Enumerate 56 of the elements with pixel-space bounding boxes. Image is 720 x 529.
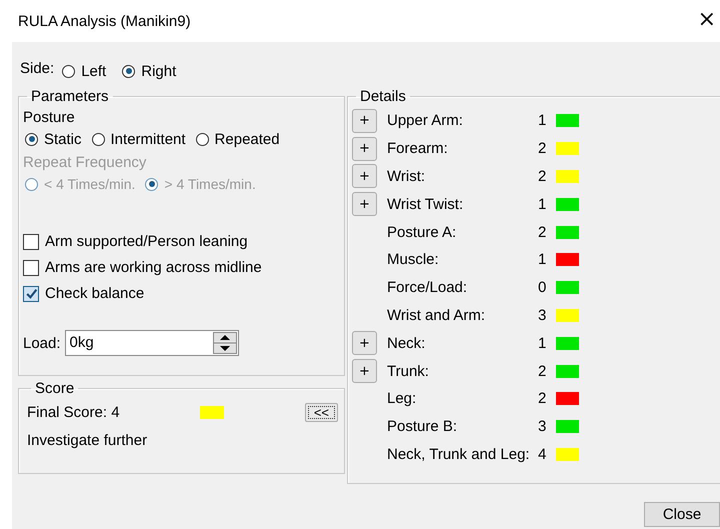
detail-label: Wrist and Arm: (387, 306, 486, 324)
detail-score: 4 (538, 446, 548, 463)
detail-label: Leg: (387, 390, 418, 408)
expand-button[interactable]: + (352, 108, 377, 133)
side-label: Side: (20, 60, 54, 76)
detail-score: 1 (538, 196, 548, 213)
final-score: Final Score: 4 (27, 404, 120, 421)
window-title: RULA Analysis (Manikin9) (18, 12, 191, 30)
detail-label: Trunk: (387, 362, 430, 380)
detail-score: 3 (538, 306, 548, 324)
detail-label: Force/Load: (387, 279, 468, 296)
group-label: Score (34, 380, 76, 397)
radio-button[interactable]: Right (122, 62, 176, 80)
detail-label: Forearm: (387, 140, 449, 158)
detail-label: Muscle: (387, 251, 440, 268)
checkbox[interactable]: Arm supported/Person leaning (23, 233, 340, 250)
detail-score: 2 (538, 224, 548, 241)
expand-button[interactable]: + (352, 136, 377, 161)
detail-label: Neck: (387, 334, 426, 352)
group-label: Parameters (30, 88, 110, 105)
expand-button[interactable]: + (352, 331, 377, 356)
close-dialog-button[interactable]: Close (644, 502, 720, 527)
posture-label: Posture (23, 109, 76, 126)
checkmark-icon (24, 287, 38, 300)
detail-score: 2 (538, 168, 548, 185)
load-label: Load: (23, 334, 61, 352)
repeat-frequency-label: Repeat Frequency (23, 154, 148, 171)
detail-label: Wrist: (387, 168, 426, 185)
detail-score: 1 (538, 334, 548, 352)
radio-button[interactable]: Left (62, 62, 106, 80)
detail-score: 1 (538, 251, 548, 268)
detail-score: 0 (538, 279, 548, 296)
radio-button[interactable]: Repeated (196, 130, 280, 148)
expand-button[interactable]: + (352, 192, 377, 216)
detail-score: 2 (538, 390, 548, 408)
detail-score: 2 (538, 362, 548, 380)
detail-score: 2 (538, 140, 548, 158)
detail-label: Posture B: (387, 418, 458, 436)
checkbox[interactable]: Check balance (23, 285, 340, 302)
detail-label: Upper Arm: (387, 112, 464, 130)
collapse-button[interactable]: << (304, 403, 338, 422)
detail-label: Posture A: (387, 224, 458, 241)
detail-score: 1 (538, 112, 548, 130)
expand-button[interactable]: + (352, 359, 377, 384)
close-button[interactable]: × (698, 9, 720, 31)
checkbox[interactable]: Arms are working across midline (23, 259, 340, 276)
spin-buttons-icon[interactable] (212, 332, 237, 354)
load-field[interactable]: 0kg (64, 330, 239, 356)
detail-label: Neck, Trunk and Leg: (387, 446, 531, 463)
detail-score: 3 (538, 418, 548, 436)
score-verdict: Investigate further (27, 432, 148, 449)
group-label: Details (359, 88, 407, 105)
radio-button[interactable]: Intermittent (92, 130, 186, 148)
expand-button[interactable]: + (352, 164, 377, 188)
radio-button[interactable]: Static (25, 130, 82, 148)
detail-label: Wrist Twist: (387, 196, 464, 213)
